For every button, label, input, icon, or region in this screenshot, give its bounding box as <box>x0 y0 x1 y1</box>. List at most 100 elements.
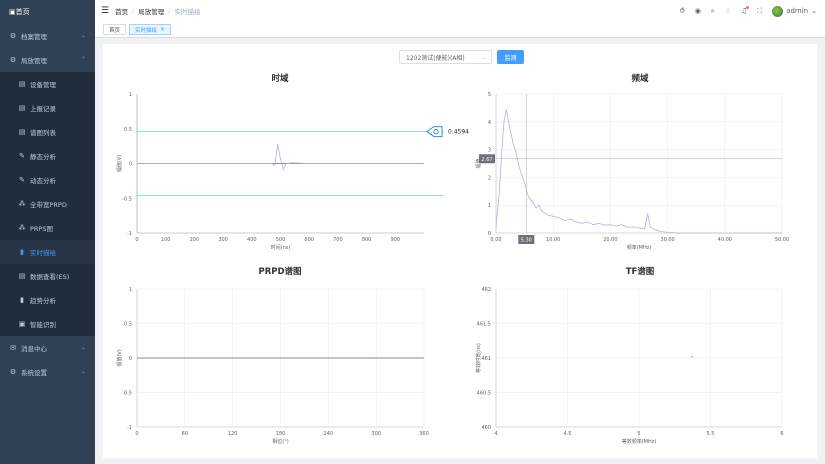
x-tick-label: 240 <box>324 431 334 437</box>
x-tick-label: 5 <box>637 431 640 437</box>
sidebar-item[interactable]: ✉ 消息中心 ⌄ <box>0 336 95 360</box>
y-tick-label: 460.5 <box>477 391 491 397</box>
edit-icon: ✎ <box>19 176 25 184</box>
sidebar-item[interactable]: ▤ 设备管理 <box>0 72 95 96</box>
github-icon[interactable]: ◉ <box>695 7 701 15</box>
tag-home[interactable]: 首页 <box>103 24 127 35</box>
sidebar-item-label: 系统设置 <box>21 369 47 377</box>
sidebar-item[interactable]: ✎ 动态分析 <box>0 168 95 192</box>
user-dropdown[interactable]: admin ⌄ <box>772 5 817 17</box>
search-icon[interactable]: ⌕ <box>711 7 715 16</box>
x-axis-label: 时间(ns) <box>271 244 291 251</box>
y-tick-label: 462 <box>481 287 491 293</box>
sidebar-item[interactable]: ▤ 谱图列表 <box>0 120 95 144</box>
x-tick-label: 100 <box>161 237 171 243</box>
edit-icon: ✎ <box>19 152 25 160</box>
x-tick-label: 900 <box>391 237 401 243</box>
x-tick-label: 4.5 <box>564 431 572 437</box>
bar-icon: ▮ <box>20 248 24 256</box>
sidebar-item[interactable]: ⚙ 系统设置 ⌄ <box>0 360 95 384</box>
sidebar-item[interactable]: ▤ 数据查看(ES) <box>0 264 95 288</box>
sidebar-item[interactable]: ▮ 实时描绘 <box>0 240 95 264</box>
sidebar-item-label: 智能识别 <box>30 321 56 329</box>
y-tick-label: 4 <box>488 120 491 126</box>
y-axis-label: 幅值(V) <box>116 155 123 172</box>
sidebar-item-label: 谱图列表 <box>30 129 56 137</box>
username: admin <box>786 7 809 15</box>
y-tick-label: 1 <box>129 287 132 293</box>
cursor-x-label: 5.30 <box>521 238 532 244</box>
sidebar: ▣ 首页 ⚙ 档案管理 ⌄ ⚙ 局放管理 ⌃ ▤ 设备管理 ▤ 上报记录 ▤ 谱图列表 ✎ 静态分析 ✎ 动态… <box>0 0 95 464</box>
y-tick-label: 0.5 <box>124 322 132 328</box>
x-tick-label: 400 <box>247 237 257 243</box>
hamburger-icon[interactable]: ☰ <box>101 6 109 16</box>
sidebar-item-label: 趋势分析 <box>30 297 56 305</box>
sidebar-item[interactable]: ⚙ 档案管理 ⌄ <box>0 24 95 48</box>
breadcrumb-separator: / <box>132 7 135 15</box>
breadcrumb-current: 实时描绘 <box>174 8 201 16</box>
gear-icon: ⚙ <box>9 56 17 64</box>
y-axis-label: 幅值(V) <box>116 349 123 366</box>
navbar-actions: ⥀ ◉ ⌕ ♢ ♫ ⛶ admin ⌄ <box>680 0 817 22</box>
threshold-marker <box>426 126 443 138</box>
time-domain-chart: 10.50-0.5-10 100 200 300 400 500 600 700 800 900时… <box>116 92 789 445</box>
sidebar-item[interactable]: ▮ 趋势分析 <box>0 288 95 312</box>
scatter-point <box>691 355 693 358</box>
x-tick-label: 0 <box>135 237 138 243</box>
sidebar-item[interactable]: ⁂ PRPS图 <box>0 216 95 240</box>
fullscreen-icon[interactable]: ⛶ <box>757 7 762 16</box>
x-tick-label: 600 <box>304 237 314 243</box>
x-axis-label: 等效频率(MHz) <box>622 438 657 445</box>
chevron-down-icon: ⌄ <box>811 7 817 15</box>
sidebar-item-label: 数据查看(ES) <box>30 273 70 281</box>
sidebar-item-label: 静态分析 <box>30 153 56 161</box>
sidebar-item[interactable]: ⁂ 全带宽PRPD <box>0 192 95 216</box>
translate-icon[interactable]: ⥀ <box>680 7 685 15</box>
y-tick-label: 2 <box>488 175 491 181</box>
cluster-icon: ⁂ <box>18 200 26 208</box>
theme-icon[interactable]: ♢ <box>725 7 731 15</box>
cursor-y-label: 2.67 <box>481 157 492 163</box>
sidebar-item-label: 实时描绘 <box>30 249 56 257</box>
tags-view: 首页 实时描绘 × <box>95 22 825 38</box>
y-tick-label: 460 <box>481 425 491 431</box>
tag-realtime[interactable]: 实时描绘 × <box>129 24 172 35</box>
x-tick-label: 20.00 <box>603 237 617 243</box>
breadcrumb-item[interactable]: 首页 <box>115 6 128 16</box>
x-tick-label: 30.00 <box>660 237 674 243</box>
file-icon: ▤ <box>18 80 26 88</box>
x-tick-label: 5.5 <box>707 431 715 437</box>
y-tick-label: 461.5 <box>477 322 491 328</box>
series-line <box>137 143 424 171</box>
sidebar-home[interactable]: ▣ 首页 <box>0 0 95 24</box>
tag-label: 首页 <box>109 27 121 34</box>
x-tick-label: 300 <box>371 431 381 437</box>
x-tick-label: 360 <box>419 431 429 437</box>
sidebar-item[interactable]: ⚙ 局放管理 ⌃ <box>0 48 95 72</box>
sidebar-item[interactable]: ✎ 静态分析 <box>0 144 95 168</box>
x-tick-label: 700 <box>333 237 343 243</box>
sidebar-item[interactable]: ▤ 上报记录 <box>0 96 95 120</box>
x-tick-label: 50.00 <box>775 237 789 243</box>
x-tick-label: 120 <box>228 431 238 437</box>
sidebar-item-label: PRPS图 <box>30 225 53 233</box>
x-tick-label: 0.00 <box>490 237 501 243</box>
sidebar-item-label: 消息中心 <box>21 345 47 353</box>
bell-icon[interactable]: ♫ <box>741 6 750 15</box>
close-icon[interactable]: × <box>160 26 165 33</box>
sidebar-item[interactable]: ▣ 智能识别 <box>0 312 95 336</box>
y-axis-label: 等效时宽(ns) <box>475 343 482 373</box>
threshold-label: 0.4594 <box>448 129 469 136</box>
x-tick-label: 6 <box>780 431 783 437</box>
bar-icon: ▮ <box>20 296 24 304</box>
y-tick-label: -0.5 <box>122 196 132 202</box>
series-line <box>495 109 782 234</box>
y-tick-label: -0.5 <box>122 391 132 397</box>
sidebar-item-label: 档案管理 <box>21 33 47 41</box>
x-axis-label: 相位(°) <box>272 438 288 445</box>
gear-icon: ⚙ <box>9 32 17 40</box>
breadcrumb-item[interactable]: 局放管理 <box>138 6 164 16</box>
y-tick-label: 0 <box>129 162 132 168</box>
y-tick-label: 0.5 <box>124 127 132 133</box>
file-icon: ▤ <box>18 272 26 280</box>
